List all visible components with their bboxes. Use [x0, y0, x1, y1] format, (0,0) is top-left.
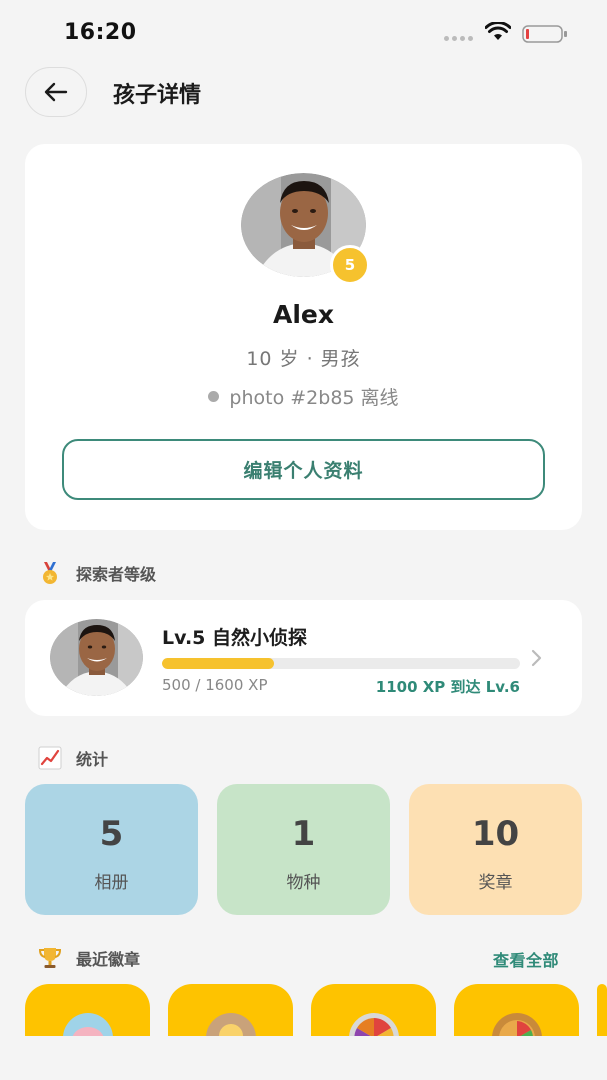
stat-tile-albums[interactable]: 5 相册	[25, 784, 198, 915]
trophy-icon	[38, 946, 62, 970]
section-explorer-level: 探索者等级	[38, 561, 156, 585]
level-avatar	[50, 619, 143, 696]
xp-progress-fill	[162, 658, 274, 669]
offline-status-dot-icon	[208, 391, 220, 402]
badge-card[interactable]	[25, 984, 150, 1044]
view-all-badges-link[interactable]: 查看全部	[493, 947, 559, 971]
device-status-text: photo #2b85 离线	[229, 387, 399, 409]
section-stats: 统计	[38, 746, 108, 770]
medal-icon	[38, 561, 62, 585]
profile-card: 5 Alex 10 岁 · 男孩 photo #2b85 离线 编辑个人资料	[25, 144, 582, 530]
back-button[interactable]	[25, 67, 87, 117]
page-title: 孩子详情	[113, 83, 202, 108]
status-bar: 16:20	[0, 0, 607, 62]
status-time: 16:20	[64, 20, 137, 45]
header: 孩子详情	[0, 62, 607, 122]
device-status: photo #2b85 离线	[25, 383, 582, 410]
stat-label: 奖章	[478, 873, 513, 893]
stat-label: 相册	[94, 873, 129, 893]
section-label-text: 最近徽章	[76, 950, 141, 969]
stat-label: 物种	[286, 873, 321, 893]
badge-card[interactable]	[597, 984, 607, 1044]
xp-progress-bar	[162, 658, 520, 669]
wifi-icon	[485, 22, 511, 40]
stat-tile-medals[interactable]: 10 奖章	[409, 784, 582, 915]
bottom-area	[0, 1036, 607, 1080]
chevron-right-icon	[531, 649, 542, 667]
xp-remaining: 1100 XP 到达 Lv.6	[375, 678, 520, 696]
stat-value: 1	[291, 814, 316, 854]
stat-value: 5	[99, 814, 124, 854]
child-name: Alex	[273, 300, 334, 329]
level-title: Lv.5 自然小侦探	[162, 627, 307, 649]
xp-current: 500 / 1600 XP	[162, 676, 268, 694]
edit-profile-button[interactable]: 编辑个人资料	[62, 439, 545, 500]
stat-value: 10	[471, 814, 520, 854]
badge-card[interactable]	[454, 984, 579, 1044]
section-recent-badges: 最近徽章	[38, 946, 140, 970]
level-badge: 5	[330, 245, 370, 285]
explorer-level-card[interactable]: Lv.5 自然小侦探 500 / 1600 XP 1100 XP 到达 Lv.6	[25, 600, 582, 716]
section-label-text: 统计	[76, 750, 109, 769]
chart-increasing-icon	[38, 746, 62, 770]
battery-icon	[522, 25, 567, 43]
badge-card[interactable]	[311, 984, 436, 1044]
stat-tile-species[interactable]: 1 物种	[217, 784, 390, 915]
signal-icon	[444, 36, 473, 41]
child-age-gender: 10 岁 · 男孩	[246, 348, 361, 370]
back-arrow-icon	[44, 82, 68, 102]
avatar-container: 5	[241, 173, 370, 285]
section-label-text: 探索者等级	[76, 565, 157, 584]
badge-card[interactable]	[168, 984, 293, 1044]
